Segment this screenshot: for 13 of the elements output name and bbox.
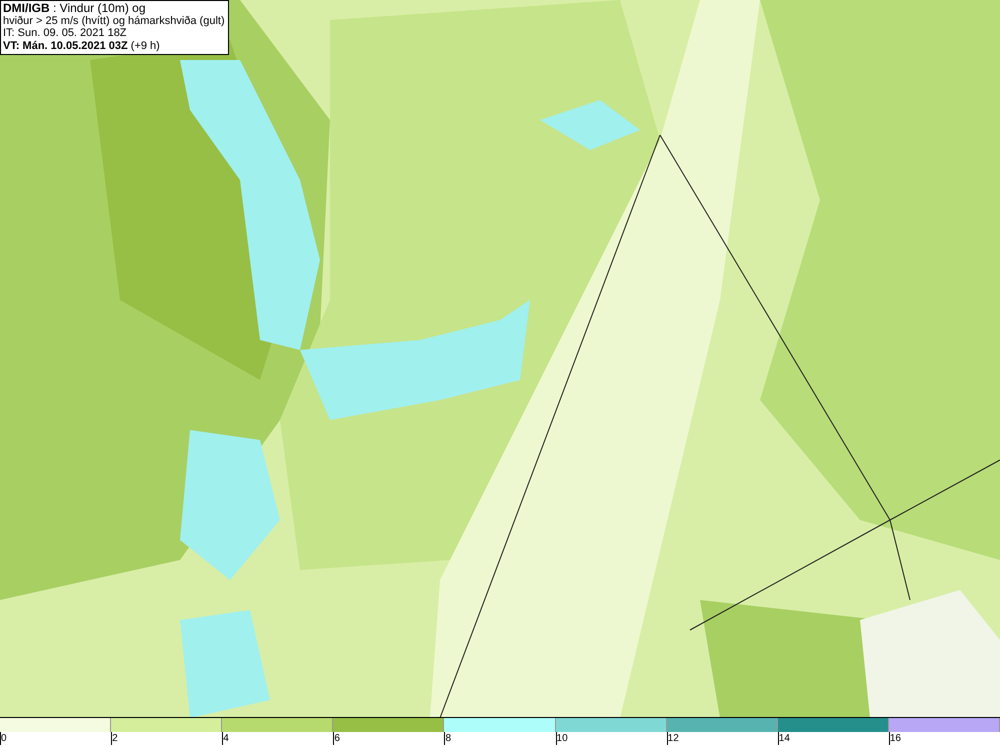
legend-tick-label: 16	[888, 732, 901, 745]
legend-tick-label: 4	[222, 732, 229, 745]
legend-tick-label: 6	[333, 732, 340, 745]
info-text: IT: Sun. 09. 05. 2021 18Z	[3, 27, 128, 40]
legend-tick-label: 0	[0, 732, 7, 745]
legend-tick-label: 2	[111, 732, 118, 745]
legend-tick-label: 10	[556, 732, 568, 745]
legend-tick-label: 8	[444, 732, 451, 745]
legend-tick-label: 14	[778, 732, 790, 745]
info-text: hviður > 25 m/s (hvítt) og hámarkshviða (gult)	[3, 14, 225, 27]
legend-tick-label: 12	[666, 732, 679, 745]
info-text: VT: Mán. 10.05.2021 03Z (+9 h)	[3, 40, 161, 52]
info-text: DMI/IGB : Vindur (10m) og	[3, 2, 146, 14]
